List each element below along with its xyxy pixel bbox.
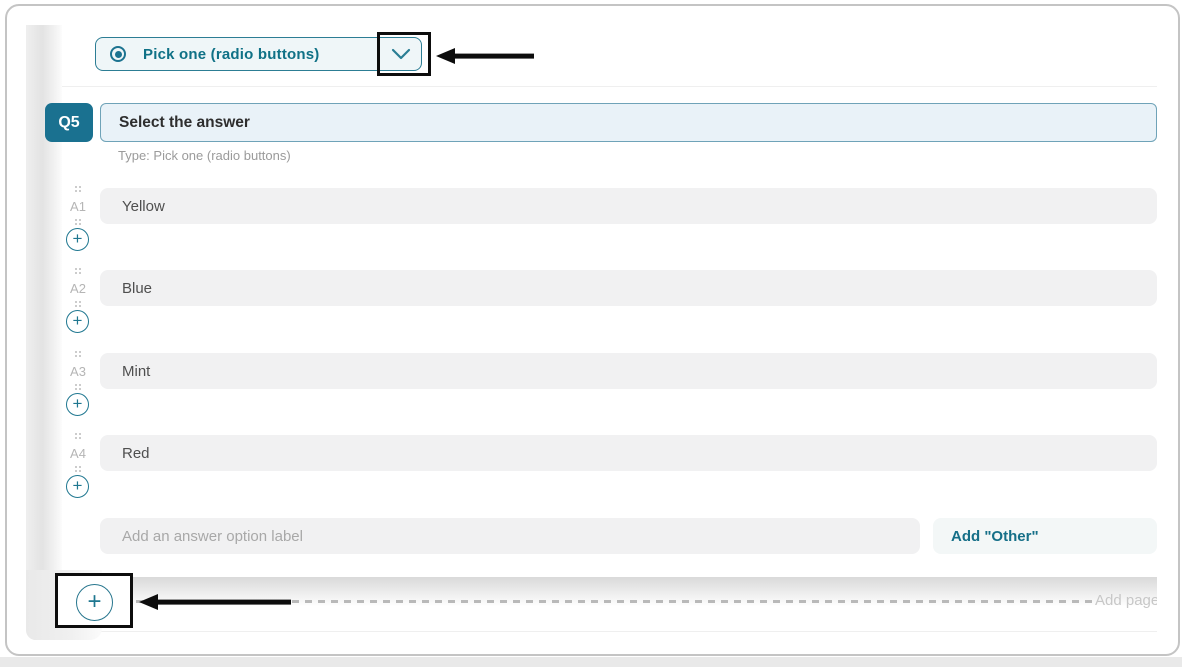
drag-handle-icon[interactable] — [75, 301, 77, 303]
screenshot-canvas: Pick one (radio buttons) Q5 Type: Pick o… — [0, 0, 1182, 667]
answer-label: A1 — [62, 199, 94, 214]
answer-label: A4 — [62, 446, 94, 461]
highlight-box-dropdown-chevron — [377, 32, 431, 76]
add-answer-between-button[interactable]: + — [66, 475, 89, 498]
add-answer-between-button[interactable]: + — [66, 393, 89, 416]
add-answer-between-button[interactable]: + — [66, 310, 89, 333]
question-number-badge: Q5 — [45, 103, 93, 142]
builder-window — [5, 4, 1180, 656]
question-type-dropdown[interactable]: Pick one (radio buttons) — [95, 37, 422, 71]
answer-label: A3 — [62, 364, 94, 379]
annotation-arrow-add-question — [139, 593, 292, 611]
add-other-button[interactable]: Add "Other" — [933, 518, 1157, 554]
add-question-button-overlay[interactable]: + — [76, 584, 113, 621]
radio-icon — [110, 46, 126, 62]
add-answer-input[interactable] — [100, 518, 920, 554]
answer-input[interactable] — [100, 188, 1157, 224]
drag-handle-icon[interactable] — [75, 219, 77, 221]
question-block-divider — [62, 86, 1157, 87]
add-page-label[interactable]: Add page — [1095, 592, 1157, 612]
answer-label: A2 — [62, 281, 94, 296]
drag-handle-icon[interactable] — [75, 384, 77, 386]
drag-handle-icon[interactable] — [75, 433, 77, 435]
page-background — [0, 657, 1182, 667]
answer-input[interactable] — [100, 270, 1157, 306]
answer-input[interactable] — [100, 353, 1157, 389]
drag-handle-icon[interactable] — [75, 186, 77, 188]
add-answer-between-button[interactable]: + — [66, 228, 89, 251]
question-text-input[interactable] — [100, 103, 1157, 142]
annotation-arrow-dropdown — [436, 47, 536, 65]
answer-input[interactable] — [100, 435, 1157, 471]
drag-handle-icon[interactable] — [75, 268, 77, 270]
question-type-hint: Type: Pick one (radio buttons) — [118, 148, 291, 163]
drag-handle-icon[interactable] — [75, 466, 77, 468]
drag-handle-icon[interactable] — [75, 351, 77, 353]
question-type-selected-label: Pick one (radio buttons) — [143, 46, 319, 63]
